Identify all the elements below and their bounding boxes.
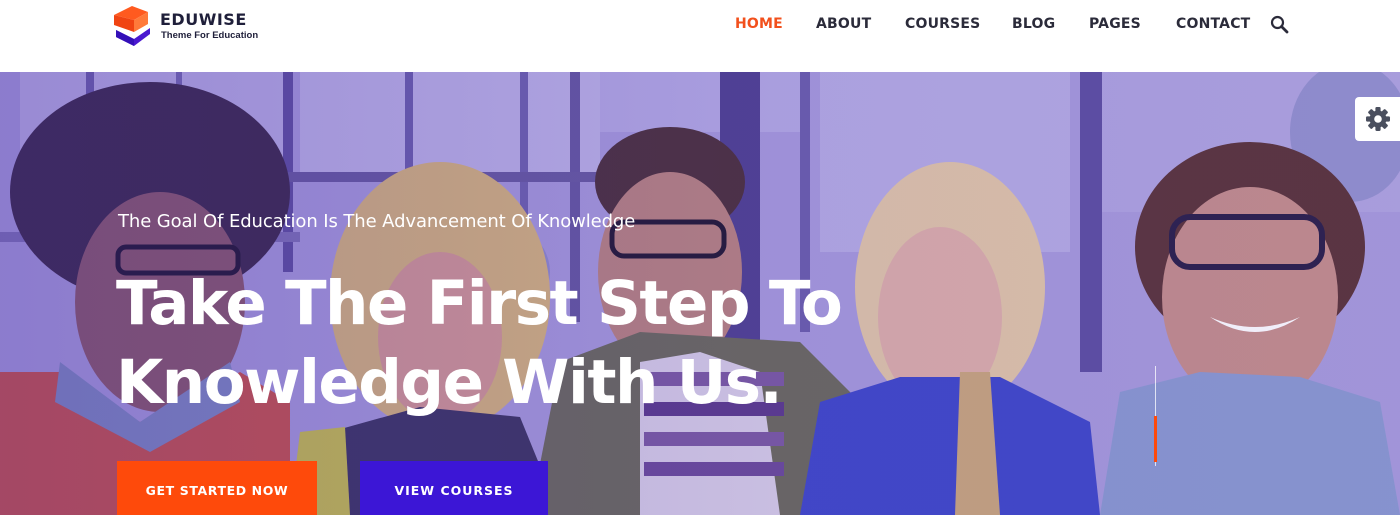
slide-progress-indicator[interactable] (1154, 366, 1157, 466)
slide-progress-fill (1154, 416, 1157, 462)
brand-name: EDUWISE (160, 10, 247, 29)
nav-item-about[interactable]: ABOUT (816, 16, 871, 32)
hero-title-line-2: Knowledge With Us. (116, 347, 783, 418)
brand-logo[interactable]: EDUWISE Theme For Education (112, 6, 272, 48)
get-started-button[interactable]: GET STARTED NOW (117, 461, 317, 515)
page: EDUWISE Theme For Education HOME ABOUT C… (0, 0, 1400, 515)
nav-item-courses[interactable]: COURSES (905, 16, 980, 32)
nav-item-contact[interactable]: CONTACT (1176, 16, 1250, 32)
search-icon[interactable] (1268, 13, 1292, 37)
nav-item-home[interactable]: HOME (735, 16, 783, 32)
gear-icon (1365, 107, 1390, 131)
view-courses-button[interactable]: VIEW COURSES (360, 461, 548, 515)
site-header: EDUWISE Theme For Education HOME ABOUT C… (0, 0, 1400, 72)
hero-title-line-1: Take The First Step To (116, 268, 843, 339)
book-logo-icon (114, 6, 150, 46)
nav-item-pages[interactable]: PAGES (1089, 16, 1141, 32)
nav-item-blog[interactable]: BLOG (1012, 16, 1055, 32)
hero-title: Take The First Step To Knowledge With Us… (116, 264, 876, 422)
brand-tagline: Theme For Education (161, 30, 259, 41)
settings-button[interactable] (1355, 97, 1400, 141)
hero-banner: The Goal Of Education Is The Advancement… (0, 72, 1400, 515)
hero-subtitle: The Goal Of Education Is The Advancement… (118, 211, 636, 232)
